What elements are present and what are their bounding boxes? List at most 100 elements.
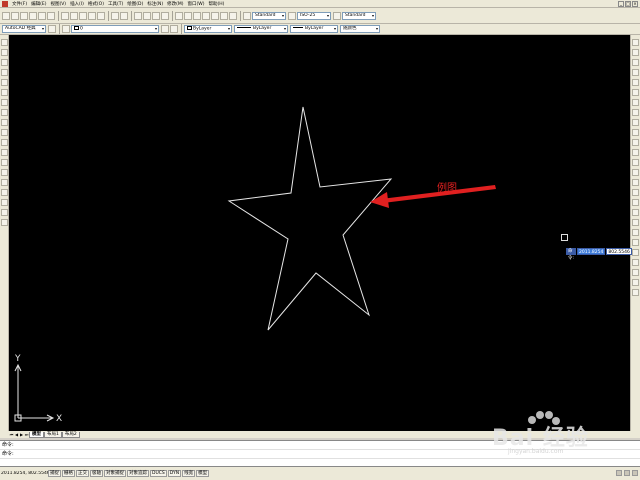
workspace-select[interactable]: AutoCAD 经典 [2,25,46,33]
coordinate-readout[interactable]: 2011.8254, 802.5546 , 0.0000 [1,471,48,476]
dynamic-input-y[interactable]: 802.5546 [606,247,632,255]
polygon-icon[interactable] [1,69,8,76]
fillet-icon[interactable] [632,179,639,186]
menu-help[interactable]: 帮助(H) [206,1,226,7]
rotate-icon[interactable] [632,99,639,106]
properties-icon[interactable] [175,11,183,20]
line-icon[interactable] [1,39,8,46]
dyn-toggle[interactable]: DYN [167,470,182,477]
layer-select[interactable]: 0 [71,25,159,33]
match-properties-icon[interactable] [88,11,96,20]
markup-icon[interactable] [211,11,219,20]
array-icon[interactable] [632,79,639,86]
extend-icon[interactable] [632,139,639,146]
zoom-window-icon[interactable] [152,11,160,20]
chamfer-icon[interactable] [632,169,639,176]
circle-icon[interactable] [1,99,8,106]
text-style-select[interactable]: Standard [252,11,286,20]
menu-insert[interactable]: 插入(I) [68,1,86,7]
print-preview-icon[interactable] [38,11,46,20]
sheet-set-icon[interactable] [202,11,210,20]
command-line[interactable]: 命令: 命令: [0,440,640,466]
snap-node-icon[interactable] [632,229,639,236]
snap-toggle[interactable]: 捕捉 [48,470,61,477]
point-icon[interactable] [1,169,8,176]
tab-layout1[interactable]: 布局1 [44,431,62,438]
block-editor-icon[interactable] [97,11,105,20]
region-icon[interactable] [1,199,8,206]
autocad-app-icon[interactable] [2,0,8,7]
lock-toolbar-icon[interactable] [624,470,630,476]
mirror-icon[interactable] [632,59,639,66]
construction-line-icon[interactable] [1,49,8,56]
layer-previous-icon[interactable] [170,25,178,33]
copy-icon[interactable] [70,11,78,20]
revision-cloud-icon[interactable] [1,109,8,116]
snap-endpoint-icon[interactable] [632,199,639,206]
ellipse-icon[interactable] [1,129,8,136]
table-icon[interactable] [1,209,8,216]
model-toggle[interactable]: 模型 [196,470,210,477]
menu-view[interactable]: 视图(V) [48,1,68,7]
menu-file[interactable]: 文件(F) [10,1,29,7]
lineweight-toggle[interactable]: 线宽 [182,470,196,477]
cut-icon[interactable] [61,11,69,20]
grid-toggle[interactable]: 栅格 [62,470,75,477]
snap-settings-icon[interactable] [632,289,639,296]
explode-icon[interactable] [632,189,639,196]
lineweight-select[interactable]: ByLayer [290,25,338,33]
help-icon[interactable] [229,11,237,20]
undo-icon[interactable] [111,11,119,20]
gradient-icon[interactable] [1,189,8,196]
scale-icon[interactable] [632,109,639,116]
ellipse-arc-icon[interactable] [1,139,8,146]
menu-modify[interactable]: 修改(M) [165,1,185,7]
make-block-icon[interactable] [1,159,8,166]
menu-edit[interactable]: 编辑(E) [29,1,48,7]
osnap-toggle[interactable]: 对象捕捉 [104,470,126,477]
ortho-toggle[interactable]: 正交 [76,470,89,477]
open-file-icon[interactable] [11,11,19,20]
design-center-icon[interactable] [184,11,192,20]
hatch-icon[interactable] [1,179,8,186]
snap-midpoint-icon[interactable] [632,209,639,216]
restore-icon[interactable]: □ [625,1,631,7]
clean-screen-icon[interactable] [632,470,638,476]
tool-palettes-icon[interactable] [193,11,201,20]
move-icon[interactable] [632,89,639,96]
dim-style-select[interactable]: ISO-25 [297,11,331,20]
pan-icon[interactable] [134,11,142,20]
workspace-settings-icon[interactable] [48,25,56,33]
table-style-select[interactable]: Standard [342,11,376,20]
zoom-realtime-icon[interactable] [143,11,151,20]
stretch-icon[interactable] [632,119,639,126]
snap-tangent-icon[interactable] [632,269,639,276]
print-icon[interactable] [29,11,37,20]
rectangle-icon[interactable] [1,79,8,86]
menu-tools[interactable]: 工具(T) [106,1,125,7]
menu-draw[interactable]: 绘图(D) [125,1,145,7]
menu-dimension[interactable]: 标注(N) [145,1,165,7]
make-layer-current-icon[interactable] [161,25,169,33]
color-select[interactable]: ByLayer [184,25,232,33]
new-file-icon[interactable] [2,11,10,20]
insert-block-icon[interactable] [1,149,8,156]
tab-layout2[interactable]: 布局2 [61,431,80,438]
calculator-icon[interactable] [220,11,228,20]
ducs-toggle[interactable]: DUCS [150,470,167,477]
plotstyle-select[interactable]: 随颜色 [340,25,380,33]
publish-icon[interactable] [47,11,55,20]
snap-perpendicular-icon[interactable] [632,259,639,266]
close-icon[interactable]: × [632,1,638,7]
star-shape[interactable] [227,106,393,331]
linetype-select[interactable]: ByLayer [234,25,288,33]
polyline-icon[interactable] [1,59,8,66]
communication-center-icon[interactable] [616,470,622,476]
erase-icon[interactable] [632,39,639,46]
menu-window[interactable]: 窗口(W) [186,1,207,7]
arc-icon[interactable] [1,89,8,96]
snap-quadrant-icon[interactable] [632,239,639,246]
snap-center-icon[interactable] [632,219,639,226]
otrack-toggle[interactable]: 对象追踪 [127,470,149,477]
copy-object-icon[interactable] [632,49,639,56]
